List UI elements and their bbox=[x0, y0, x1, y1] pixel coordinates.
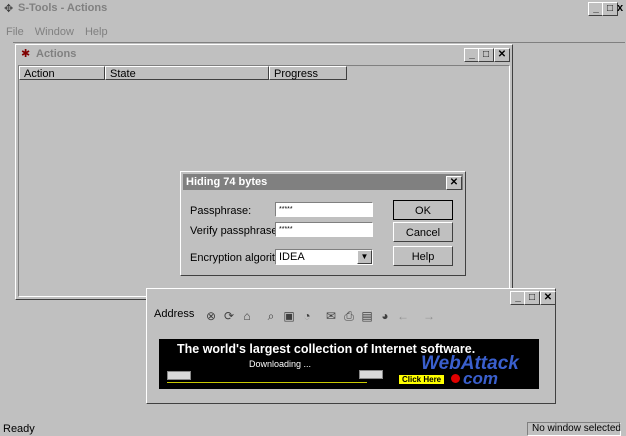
favorites-icon[interactable]: ▣ bbox=[282, 309, 296, 323]
chevron-down-icon[interactable]: ▼ bbox=[357, 250, 372, 264]
banner-click-here[interactable]: Click Here bbox=[399, 375, 445, 384]
mail-icon[interactable]: ✉ bbox=[324, 309, 338, 323]
menu-window[interactable]: Window bbox=[35, 26, 74, 38]
banner-brand-com: com bbox=[463, 369, 498, 388]
browser-close-button[interactable]: ✕ bbox=[540, 291, 556, 305]
status-window-text: No window selected bbox=[532, 423, 621, 434]
actions-maximize-button[interactable]: □ bbox=[478, 48, 494, 62]
print-icon[interactable]: ⎙ bbox=[342, 309, 356, 323]
forward-arrow-icon[interactable]: → bbox=[422, 309, 436, 323]
passphrase-input[interactable]: ***** bbox=[275, 202, 373, 217]
app-title: S-Tools - Actions bbox=[18, 2, 108, 14]
hiding-dialog: Hiding 74 bytes ✕ Passphrase: ***** Veri… bbox=[180, 171, 466, 276]
browser-toolbar: Address ⊗ ⟳ ⌂ ⌕ ▣ ◔ ✉ ⎙ ▤ ◕ ← → bbox=[150, 305, 550, 325]
actions-title: Actions bbox=[36, 48, 77, 60]
disk-icon-right bbox=[359, 370, 383, 379]
dialog-close-button[interactable]: ✕ bbox=[446, 176, 462, 190]
app-maximize-button[interactable]: □ bbox=[602, 2, 618, 16]
search-icon[interactable]: ⌕ bbox=[264, 309, 278, 323]
help-button[interactable]: Help bbox=[393, 246, 453, 266]
cancel-button[interactable]: Cancel bbox=[393, 222, 453, 242]
red-dot-icon bbox=[451, 374, 460, 383]
dialog-title-bar: Hiding 74 bytes ✕ bbox=[183, 174, 463, 190]
disk-icon-left bbox=[167, 371, 191, 380]
menu-file[interactable]: File bbox=[6, 26, 24, 38]
app-close-button[interactable]: x bbox=[617, 2, 623, 14]
passphrase-label: Passphrase: bbox=[190, 205, 252, 217]
verify-passphrase-label: Verify passphrase: bbox=[190, 225, 281, 237]
address-label[interactable]: Address bbox=[154, 308, 194, 320]
ok-button[interactable]: OK bbox=[393, 200, 453, 220]
ad-banner[interactable]: The world's largest collection of Intern… bbox=[159, 339, 539, 389]
status-bar: Ready No window selected bbox=[0, 421, 626, 436]
actions-icon: ✱ bbox=[21, 48, 31, 60]
history-icon[interactable]: ◔ bbox=[300, 309, 314, 323]
menu-bar: File Window Help bbox=[6, 26, 116, 40]
browser-window: _ □ ✕ Address ⊗ ⟳ ⌂ ⌕ ▣ ◔ ✉ ⎙ ▤ ◕ ← → Th… bbox=[146, 288, 556, 404]
algorithm-value: IDEA bbox=[279, 251, 305, 263]
status-window-panel: No window selected bbox=[527, 422, 621, 436]
browser-maximize-button[interactable]: □ bbox=[524, 291, 540, 305]
app-title-bar: ✥ S-Tools - Actions _ □ x bbox=[0, 0, 626, 17]
banner-downloading: Downloading ... bbox=[249, 359, 312, 369]
discuss-icon[interactable]: ◕ bbox=[378, 309, 392, 323]
edit-icon[interactable]: ▤ bbox=[360, 309, 374, 323]
dialog-title: Hiding 74 bytes bbox=[186, 176, 268, 188]
app-icon: ✥ bbox=[4, 3, 14, 15]
home-icon[interactable]: ⌂ bbox=[240, 309, 254, 323]
column-action[interactable]: Action bbox=[19, 66, 105, 80]
stop-icon[interactable]: ⊗ bbox=[204, 309, 218, 323]
algorithm-select[interactable]: IDEA ▼ bbox=[275, 249, 373, 265]
actions-title-bar: ✱ Actions _ □ ✕ bbox=[18, 47, 510, 62]
column-state[interactable]: State bbox=[105, 66, 269, 80]
menu-help[interactable]: Help bbox=[85, 26, 108, 38]
status-text: Ready bbox=[3, 423, 35, 435]
back-arrow-icon[interactable]: ← bbox=[396, 309, 410, 323]
actions-close-button[interactable]: ✕ bbox=[494, 48, 510, 62]
refresh-icon[interactable]: ⟳ bbox=[222, 309, 236, 323]
progress-line-left bbox=[167, 382, 367, 383]
column-progress[interactable]: Progress bbox=[269, 66, 347, 80]
verify-passphrase-input[interactable]: ***** bbox=[275, 222, 373, 237]
